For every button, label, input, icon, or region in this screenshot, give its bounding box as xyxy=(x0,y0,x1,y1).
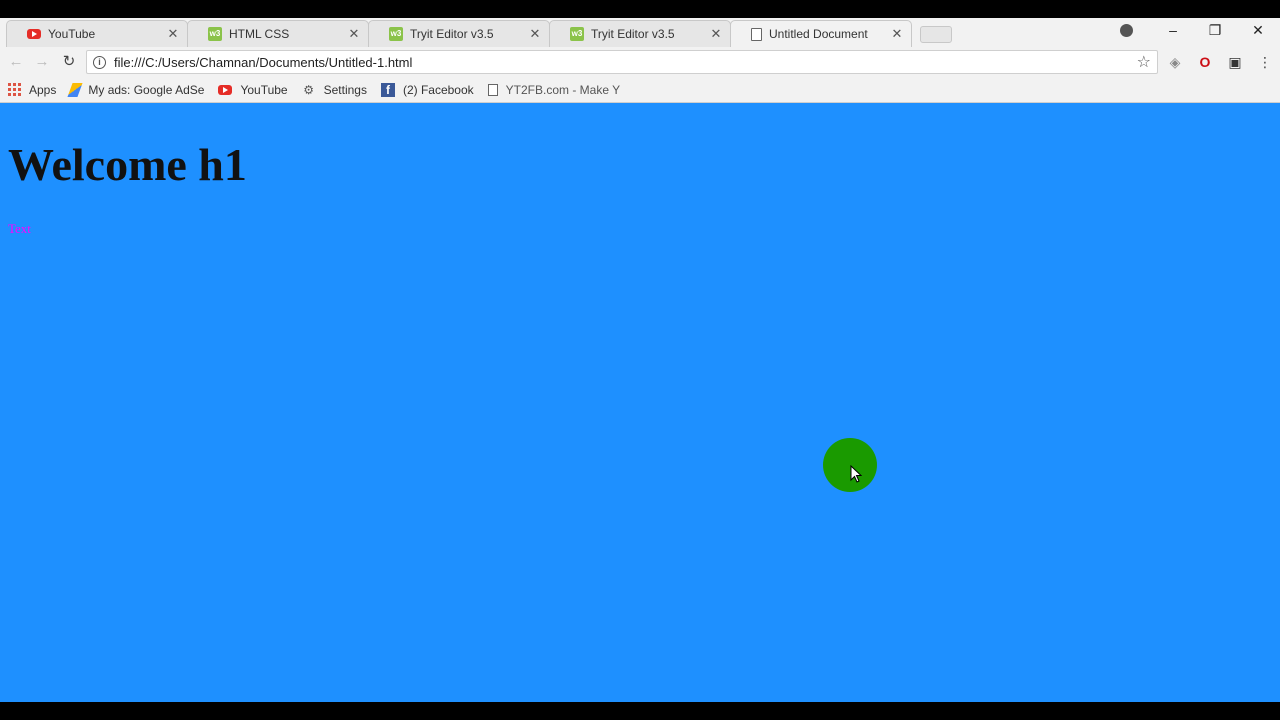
w3schools-icon: w3 xyxy=(208,27,222,41)
url-text[interactable]: file:///C:/Users/Chamnan/Documents/Untit… xyxy=(114,55,1137,70)
browser-toolbar: ← → ↻ i file:///C:/Users/Chamnan/Documen… xyxy=(0,47,1280,77)
bookmark-label: Apps xyxy=(29,82,57,97)
address-bar[interactable]: i file:///C:/Users/Chamnan/Documents/Unt… xyxy=(86,50,1158,74)
info-icon[interactable]: i xyxy=(93,55,106,69)
tab-title: Untitled Document xyxy=(769,27,868,41)
profile-icon[interactable] xyxy=(1120,24,1133,37)
youtube-icon xyxy=(27,29,41,39)
close-icon[interactable]: ✕ xyxy=(891,26,903,42)
bookmark-star-icon[interactable]: ☆ xyxy=(1137,52,1151,72)
gear-icon: ⚙ xyxy=(303,82,314,97)
back-icon[interactable]: ← xyxy=(6,52,26,72)
close-icon[interactable]: ✕ xyxy=(167,26,179,42)
tab-tryit-editor-1[interactable]: w3 Tryit Editor v3.5 ✕ xyxy=(368,20,550,47)
forward-icon[interactable]: → xyxy=(32,52,52,72)
bookmark-label: YouTube xyxy=(240,82,288,97)
w3schools-icon: w3 xyxy=(389,27,403,41)
tab-youtube[interactable]: YouTube ✕ xyxy=(6,20,188,47)
extension-shield-icon[interactable]: ◈ xyxy=(1166,53,1184,71)
bookmark-facebook[interactable]: f (2) Facebook xyxy=(380,82,474,97)
tab-tryit-editor-2[interactable]: w3 Tryit Editor v3.5 ✕ xyxy=(549,20,731,47)
new-tab-button[interactable] xyxy=(920,26,952,43)
adsense-icon xyxy=(67,82,83,97)
youtube-icon xyxy=(218,84,233,95)
extension-box-icon[interactable]: ▣ xyxy=(1226,53,1244,71)
page-heading: Welcome h1 xyxy=(8,139,247,190)
restore-icon[interactable]: ❐ xyxy=(1203,22,1227,39)
window-close-icon[interactable]: ✕ xyxy=(1246,22,1270,39)
document-icon xyxy=(751,27,762,41)
close-icon[interactable]: ✕ xyxy=(529,26,541,42)
bookmark-settings[interactable]: ⚙ Settings xyxy=(302,83,367,97)
document-icon xyxy=(487,83,498,96)
tab-title: YouTube xyxy=(48,27,96,41)
close-icon[interactable]: ✕ xyxy=(348,26,360,42)
tab-title: Tryit Editor v3.5 xyxy=(591,27,675,41)
bookmark-youtube[interactable]: YouTube xyxy=(218,82,288,97)
close-icon[interactable]: ✕ xyxy=(710,26,722,42)
tab-untitled-document[interactable]: Untitled Document ✕ xyxy=(730,20,912,47)
browser-window: YouTube ✕ w3 HTML CSS ✕ w3 Tryit Editor … xyxy=(0,18,1280,702)
screen-top-border xyxy=(0,0,1280,18)
bookmark-yt2fb[interactable]: YT2FB.com - Make Y xyxy=(487,82,621,97)
bookmark-label: YT2FB.com - Make Y xyxy=(505,82,621,97)
minimize-icon[interactable]: – xyxy=(1161,22,1185,38)
facebook-icon: f xyxy=(380,82,395,97)
page-paragraph: Text xyxy=(8,221,31,236)
reload-icon[interactable]: ↻ xyxy=(59,52,79,72)
screen-bottom-border xyxy=(0,702,1280,720)
tab-strip: YouTube ✕ w3 HTML CSS ✕ w3 Tryit Editor … xyxy=(0,18,1280,47)
bookmark-label: My ads: Google AdSe xyxy=(88,82,205,97)
bookmark-label: (2) Facebook xyxy=(402,82,474,97)
menu-icon[interactable]: ⋮ xyxy=(1256,53,1274,71)
apps-grid-icon xyxy=(8,82,21,97)
w3schools-icon: w3 xyxy=(570,27,584,41)
opera-icon[interactable]: O xyxy=(1196,53,1214,71)
bookmark-apps[interactable]: Apps xyxy=(8,82,57,97)
tab-html-css[interactable]: w3 HTML CSS ✕ xyxy=(187,20,369,47)
tab-title: Tryit Editor v3.5 xyxy=(410,27,494,41)
bookmarks-bar: Apps My ads: Google AdSe YouTube ⚙ Setti… xyxy=(0,77,1280,103)
tab-title: HTML CSS xyxy=(229,27,290,41)
bookmark-adsense[interactable]: My ads: Google AdSe xyxy=(67,82,205,97)
page-viewport: Welcome h1 Text xyxy=(0,103,1280,702)
bookmark-label: Settings xyxy=(323,82,367,97)
